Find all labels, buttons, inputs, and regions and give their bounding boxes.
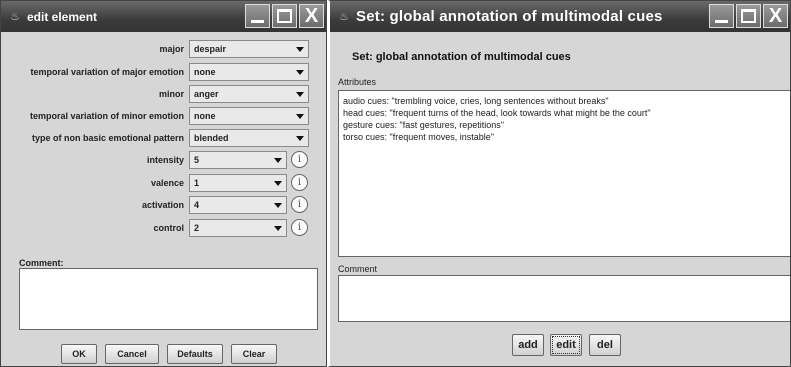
window-icon: ♨ [339,10,349,23]
field-label: activation [141,200,184,210]
field-row: minor anger [1,85,326,105]
window-icon: ♨ [10,10,20,23]
intensity-select[interactable]: 5 [189,151,287,169]
field-label: control [153,223,185,233]
field-label: temporal variation of major emotion [30,67,184,77]
minimize-icon[interactable] [709,4,734,28]
del-button[interactable]: del [589,334,621,356]
field-row: temporal variation of minor emotion none [1,107,326,127]
temporal-major-select[interactable]: none [189,63,309,81]
dropdown-arrow-icon [296,92,304,97]
add-button[interactable]: add [512,334,544,356]
field-label: type of non basic emotional pattern [31,133,184,143]
title-bar[interactable]: ♨ edit element X [1,1,326,32]
close-icon[interactable]: X [299,4,324,28]
set-heading: Set: global annotation of multimodal cue… [352,51,571,63]
info-icon[interactable]: i [291,196,308,213]
clear-button[interactable]: Clear [231,344,277,364]
select-value: none [194,67,216,77]
edit-element-window: ♨ edit element X major despair temporal … [0,0,327,367]
minor-select[interactable]: anger [189,85,309,103]
field-row: temporal variation of major emotion none [1,63,326,83]
info-icon[interactable]: i [291,151,308,168]
close-icon[interactable]: X [763,4,788,28]
field-row: intensity 5 i [1,151,326,171]
field-label: intensity [146,155,184,165]
select-value: 4 [194,200,200,210]
attributes-list[interactable]: audio cues: "trembling voice, cries, lon… [338,90,790,257]
cancel-button[interactable]: Cancel [105,344,159,364]
title-bar[interactable]: ♨ Set: global annotation of multimodal c… [330,1,790,32]
maximize-icon[interactable] [736,4,761,28]
dropdown-arrow-icon [274,181,282,186]
global-annotation-window: ♨ Set: global annotation of multimodal c… [328,0,791,367]
ok-button[interactable]: OK [61,344,97,364]
field-row: major despair [1,40,326,60]
select-value: anger [194,89,219,99]
pattern-type-select[interactable]: blended [189,129,309,147]
minimize-icon[interactable] [245,4,270,28]
dropdown-arrow-icon [274,226,282,231]
select-value: 2 [194,223,200,233]
list-item[interactable]: torso cues: "frequent moves, instable" [343,131,790,143]
attributes-label: Attributes [338,77,377,87]
dropdown-arrow-icon [274,203,282,208]
window-title: edit element [27,9,98,24]
field-label: temporal variation of minor emotion [29,111,184,121]
dropdown-arrow-icon [274,158,282,163]
select-value: none [194,111,216,121]
comment-textarea[interactable] [19,268,318,330]
field-row: activation 4 i [1,196,326,216]
comment-label: Comment: [19,258,64,268]
select-value: 5 [194,155,200,165]
activation-select[interactable]: 4 [189,196,287,214]
dropdown-arrow-icon [296,114,304,119]
field-label: minor [158,89,184,99]
dropdown-arrow-icon [296,70,304,75]
edit-button[interactable]: edit [550,334,582,356]
comment-label: Comment [338,264,378,274]
select-value: blended [194,133,229,143]
comment-textarea[interactable] [338,275,790,322]
select-value: despair [194,44,227,54]
info-icon[interactable]: i [291,219,308,236]
info-icon[interactable]: i [291,174,308,191]
control-select[interactable]: 2 [189,219,287,237]
field-row: valence 1 i [1,174,326,194]
field-row: control 2 i [1,219,326,239]
window-title: Set: global annotation of multimodal cue… [356,8,663,25]
field-row: type of non basic emotional pattern blen… [1,129,326,149]
major-select[interactable]: despair [189,40,309,58]
dropdown-arrow-icon [296,47,304,52]
defaults-button[interactable]: Defaults [167,344,223,364]
field-label: major [159,44,184,54]
dropdown-arrow-icon [296,136,304,141]
maximize-icon[interactable] [272,4,297,28]
valence-select[interactable]: 1 [189,174,287,192]
list-item[interactable]: audio cues: "trembling voice, cries, lon… [343,95,790,107]
field-label: valence [150,178,184,188]
list-item[interactable]: head cues: "frequent turns of the head, … [343,107,790,119]
select-value: 1 [194,178,200,188]
temporal-minor-select[interactable]: none [189,107,309,125]
list-item[interactable]: gesture cues: "fast gestures, repetition… [343,119,790,131]
